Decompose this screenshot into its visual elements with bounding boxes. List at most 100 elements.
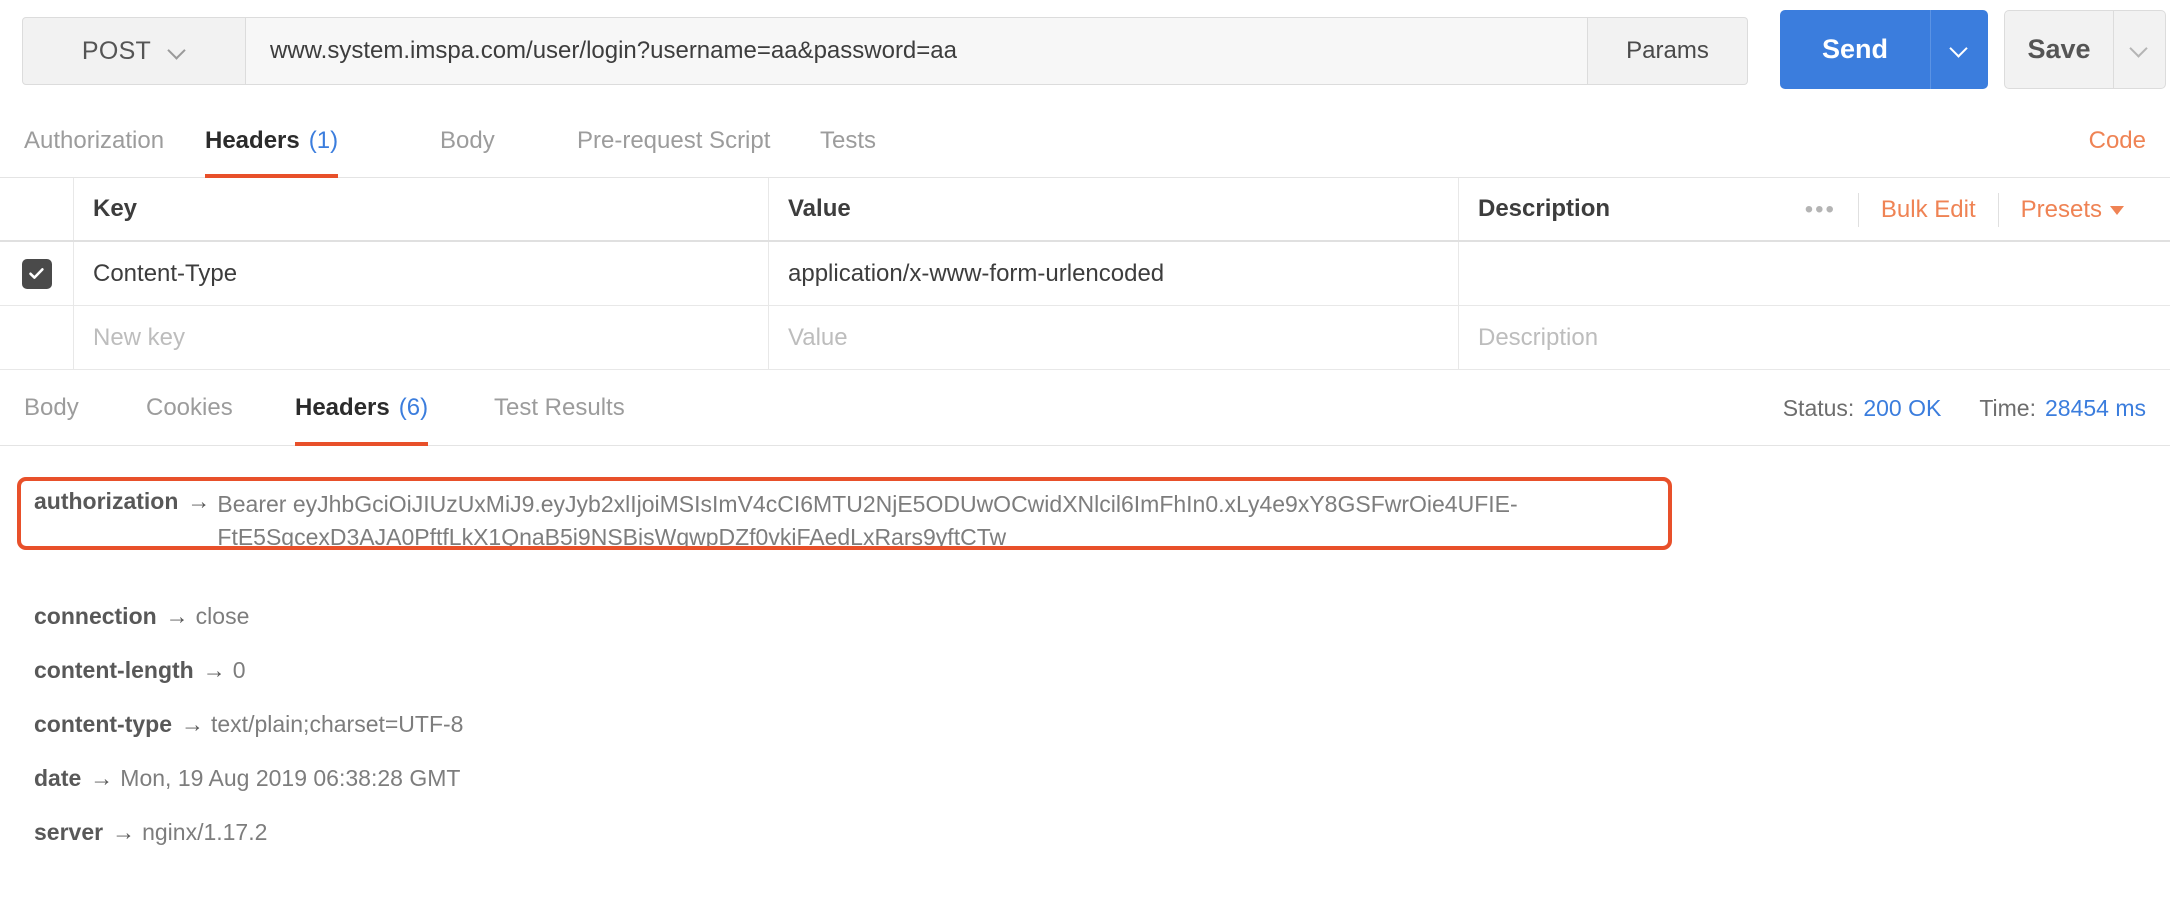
tab-headers-request[interactable]: Headers (1) (205, 104, 339, 178)
response-header-value: Bearer eyJhbGciOiJIUzUxMiJ9.eyJyb2xlIjoi… (217, 491, 1518, 550)
time-group: Time: 28454 ms (1979, 395, 2146, 422)
tab-body-response[interactable]: Body (24, 370, 79, 446)
response-header-row-date: date → Mon, 19 Aug 2019 06:38:28 GMT (0, 738, 2170, 792)
response-header-row-server: server → nginx/1.17.2 (0, 792, 2170, 846)
save-button-label: Save (2027, 34, 2091, 64)
tab-label: Body (440, 127, 495, 154)
response-header-value: text/plain;charset=UTF-8 (211, 711, 464, 738)
send-options-button[interactable] (1930, 10, 1988, 89)
tab-pre-request-script[interactable]: Pre-request Script (577, 104, 770, 178)
headers-table-actions: ••• Bulk Edit Presets (1783, 178, 2146, 242)
header-value-value: application/x-www-form-urlencoded (788, 259, 1165, 287)
response-headers-list: authorization → Bearer eyJhbGciOiJIUzUxM… (0, 446, 2170, 846)
tab-label: Authorization (24, 127, 165, 154)
table-row-new[interactable]: New key Value Description (0, 306, 2170, 370)
new-header-value-input[interactable]: Value (769, 306, 1459, 369)
url-input[interactable]: www.system.imspa.com/user/login?username… (246, 17, 1588, 85)
send-button-label: Send (1821, 34, 1888, 64)
tab-label: Headers (205, 127, 300, 154)
http-method-label: POST (81, 36, 152, 65)
tab-count-badge: (1) (308, 127, 339, 154)
tab-label: Body (24, 394, 79, 421)
arrow-right-icon: → (202, 657, 226, 684)
params-button-label: Params (1626, 37, 1709, 64)
tab-test-results[interactable]: Test Results (494, 370, 625, 446)
chevron-down-icon (169, 43, 186, 60)
status-group: Status: 200 OK (1783, 395, 1942, 422)
new-value-placeholder: Value (788, 323, 848, 351)
presets-button[interactable]: Presets (1999, 196, 2146, 224)
send-button[interactable]: Send (1780, 10, 1930, 89)
tab-label: Tests (820, 127, 877, 154)
table-header-row: Key Value Description ••• Bulk Edit Pres… (0, 178, 2170, 242)
row-checkbox-checked[interactable] (21, 258, 52, 289)
select-all-cell (0, 178, 74, 240)
tab-cookies[interactable]: Cookies (146, 370, 233, 446)
presets-label: Presets (2020, 196, 2102, 223)
arrow-right-icon: → (181, 711, 204, 738)
save-options-button[interactable] (2114, 10, 2166, 89)
tab-count-badge: (6) (398, 394, 429, 421)
tab-authorization[interactable]: Authorization (24, 104, 164, 178)
response-header-value: close (195, 603, 250, 630)
url-input-value: www.system.imspa.com/user/login?username… (270, 37, 957, 64)
column-label: Key (93, 195, 138, 222)
time-value: 28454 ms (2044, 394, 2146, 421)
postman-window: POST www.system.imspa.com/user/login?use… (0, 0, 2170, 914)
response-header-value: nginx/1.17.2 (142, 819, 268, 846)
status-label: Status: (1782, 394, 1855, 421)
response-header-key: date (34, 765, 82, 792)
new-description-placeholder: Description (1478, 323, 1599, 351)
tab-tests[interactable]: Tests (820, 104, 876, 178)
http-method-selector[interactable]: POST (22, 17, 246, 85)
header-description-input[interactable] (1459, 242, 2170, 305)
tab-label: Test Results (494, 394, 625, 421)
request-url-bar: POST www.system.imspa.com/user/login?use… (0, 0, 2170, 104)
arrow-right-icon: → (165, 603, 189, 630)
response-header-value: Mon, 19 Aug 2019 06:38:28 GMT (120, 765, 461, 792)
column-label: Value (788, 195, 851, 222)
header-key-input[interactable]: Content-Type (74, 242, 769, 305)
request-headers-table: Key Value Description ••• Bulk Edit Pres… (0, 178, 2170, 370)
response-header-row-content-length: content-length → 0 (0, 630, 2170, 684)
tab-headers-response[interactable]: Headers (6) (295, 370, 429, 446)
response-meta: Status: 200 OK Time: 28454 ms (1783, 370, 2146, 446)
params-button[interactable]: Params (1588, 17, 1748, 85)
response-tab-bar: Body Cookies Headers (6) Test Results St… (0, 370, 2170, 446)
arrow-right-icon: → (90, 765, 114, 792)
row-checkbox-cell-empty (0, 306, 74, 369)
response-header-row-authorization: authorization → Bearer eyJhbGciOiJIUzUxM… (0, 446, 2170, 553)
tab-body-request[interactable]: Body (440, 104, 495, 178)
column-header-value: Value (769, 178, 1459, 240)
chevron-down-icon (1951, 41, 1968, 58)
tab-label: Headers (295, 394, 390, 421)
table-row[interactable]: Content-Type application/x-www-form-urle… (0, 242, 2170, 306)
caret-down-icon (2110, 206, 2124, 216)
chevron-down-icon (2131, 41, 2148, 58)
response-header-key: content-type (34, 711, 172, 738)
time-label: Time: (1979, 394, 2036, 421)
arrow-right-icon: → (187, 488, 211, 514)
new-header-key-input[interactable]: New key (74, 306, 769, 369)
new-header-description-input[interactable]: Description (1459, 306, 2170, 369)
code-link[interactable]: Code (2089, 104, 2146, 178)
column-label: Description (1478, 195, 1611, 222)
status-value: 200 OK (1863, 394, 1942, 421)
header-value-input[interactable]: application/x-www-form-urlencoded (769, 242, 1459, 305)
row-checkbox-cell (0, 242, 74, 305)
column-header-description: Description ••• Bulk Edit Presets (1459, 178, 2170, 240)
response-header-key: server (34, 819, 104, 846)
response-header-row-content-type: content-type → text/plain;charset=UTF-8 (0, 684, 2170, 738)
new-key-placeholder: New key (93, 323, 186, 351)
response-header-key: connection (34, 603, 157, 630)
ellipsis-icon[interactable]: ••• (1783, 196, 1858, 224)
save-button[interactable]: Save (2004, 10, 2114, 89)
tab-label: Cookies (146, 394, 233, 421)
response-header-key: authorization (34, 488, 179, 514)
bulk-edit-button[interactable]: Bulk Edit (1859, 196, 1998, 224)
column-header-key: Key (74, 178, 769, 240)
header-key-value: Content-Type (93, 259, 238, 287)
request-tab-bar: Authorization Headers (1) Body Pre-reque… (0, 104, 2170, 178)
arrow-right-icon: → (112, 819, 136, 846)
response-header-row-connection: connection → close (0, 553, 2170, 630)
